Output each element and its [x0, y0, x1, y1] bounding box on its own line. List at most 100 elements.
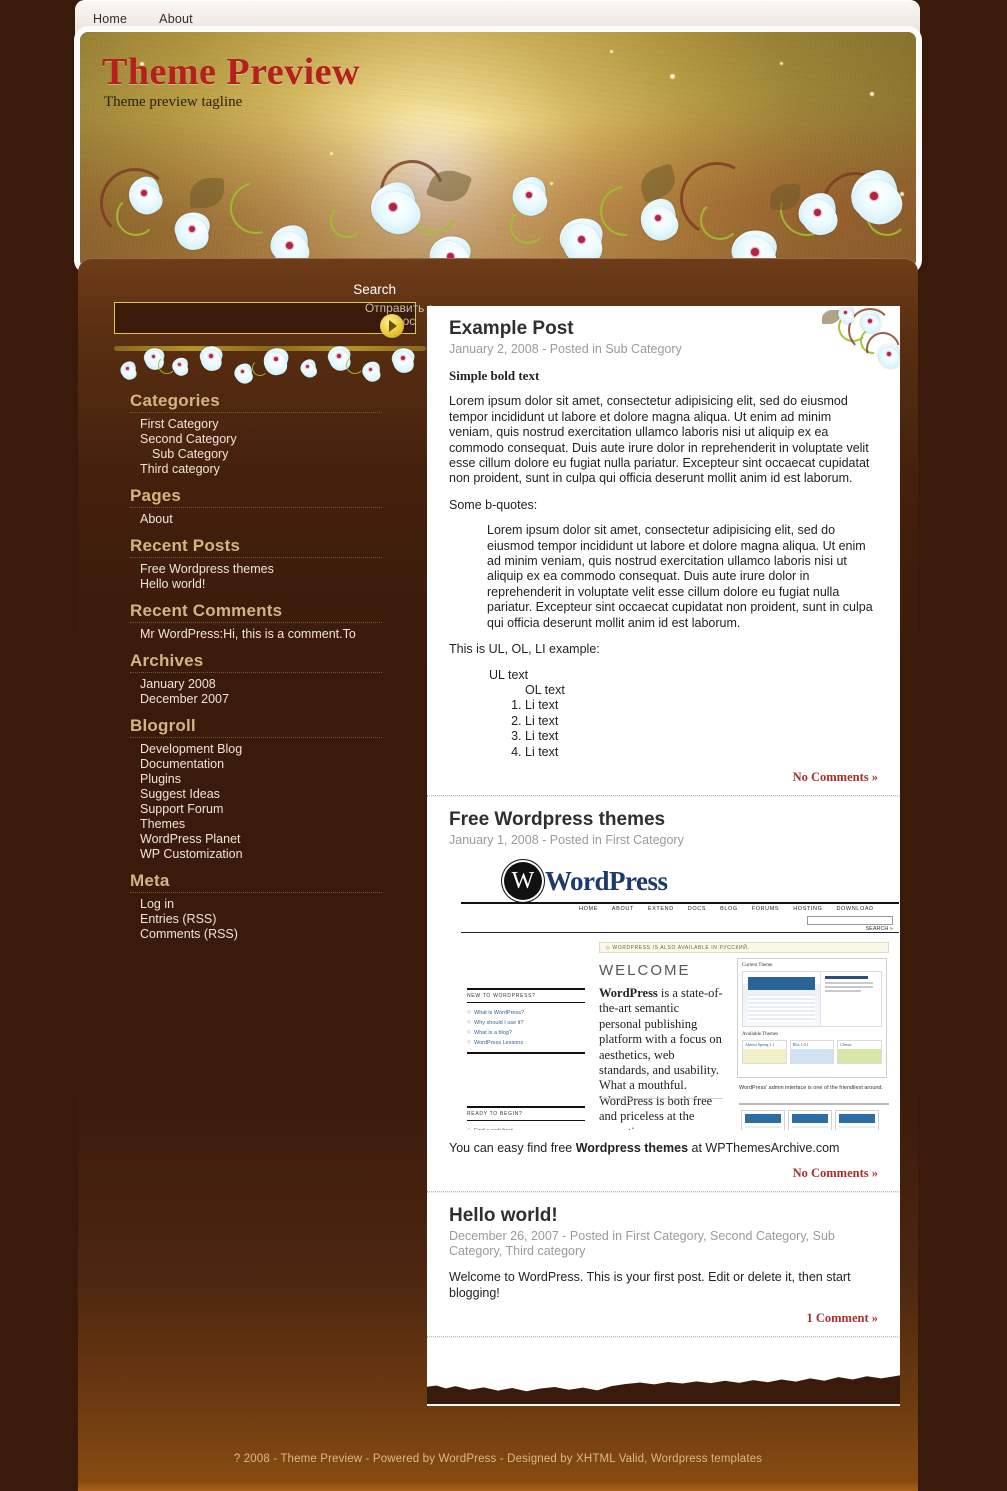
list-item[interactable]: Support Forum: [140, 802, 424, 817]
sidebar-link[interactable]: Plugins: [140, 772, 181, 786]
sidebar-list: Mr WordPress:Hi, this is a comment.To: [114, 627, 424, 642]
sidebar-link[interactable]: Mr WordPress:Hi, this is a comment.To: [140, 627, 356, 641]
sidebar-list: Free Wordpress themes Hello world!: [114, 562, 424, 592]
sidebar-link[interactable]: Entries (RSS): [140, 912, 216, 926]
sidebar-heading: Recent Comments: [130, 601, 283, 620]
list-item[interactable]: Suggest Ideas: [140, 787, 424, 802]
post-paragraph: Lorem ipsum dolor sit amet, consectetur …: [449, 394, 870, 486]
sidebar-heading: Recent Posts: [130, 536, 241, 555]
list-item[interactable]: Log in: [140, 897, 424, 912]
sidebar-list: Log in Entries (RSS) Comments (RSS): [114, 897, 424, 942]
post-bold-line: Simple bold text: [449, 368, 540, 383]
list-item[interactable]: Sub Category: [140, 447, 424, 462]
sidebar-link[interactable]: About: [140, 512, 173, 526]
list-item: WordPress Lessons: [467, 1038, 585, 1048]
sidebar-floral-divider: [114, 340, 426, 392]
post-free-wordpress-themes: Free Wordpress themes January 1, 2008 - …: [427, 797, 900, 1160]
list-item[interactable]: Third category: [140, 462, 424, 477]
wp-language-notice: ◇ WORDPRESS IS ALSO AVAILABLE IN РУССКИЙ…: [599, 941, 889, 953]
sidebar-link[interactable]: Second Category: [140, 432, 237, 446]
list-item[interactable]: First Category: [140, 417, 424, 432]
sidebar-section-meta: Meta Log in Entries (RSS) Comments (RSS): [114, 871, 424, 942]
post-title-link[interactable]: Example Post: [449, 318, 574, 339]
content-torn-edge: [427, 1360, 900, 1405]
list-item[interactable]: Development Blog: [140, 742, 424, 757]
wp-nav-item: HOME: [579, 905, 598, 912]
closing-post: at WPThemesArchive.com: [688, 1140, 840, 1155]
comments-link[interactable]: 1 Comment »: [806, 1311, 878, 1325]
post-title-link[interactable]: Free Wordpress themes: [449, 809, 665, 830]
sidebar-divider: [130, 622, 382, 623]
post-meta: December 26, 2007 - Posted in First Cate…: [449, 1229, 835, 1259]
list-item[interactable]: Entries (RSS): [140, 912, 424, 927]
wp-search-field: [807, 915, 893, 925]
content-column: Example Post January 2, 2008 - Posted in…: [427, 306, 900, 1406]
sidebar-link[interactable]: Hello world!: [140, 577, 205, 591]
flower-decoration: [507, 174, 552, 222]
sidebar-link[interactable]: January 2008: [140, 677, 216, 691]
list-item[interactable]: Second Category: [140, 432, 424, 447]
post-ordered-list: Li text Li text Li text Li text: [507, 698, 878, 760]
list-item[interactable]: Comments (RSS): [140, 927, 424, 942]
list-item: What is WordPress?: [467, 1008, 585, 1018]
post-closing-line: You can easy find free Wordpress themes …: [449, 1141, 878, 1156]
list-item[interactable]: Free Wordpress themes: [140, 562, 424, 577]
wordpress-wordmark: WordPress: [545, 865, 668, 896]
sidebar-link[interactable]: Third category: [140, 462, 220, 476]
sidebar-link[interactable]: WordPress Planet: [140, 832, 241, 846]
flower-decoration: [794, 190, 843, 242]
sidebar-link[interactable]: December 2007: [140, 692, 229, 706]
flower-decoration: [266, 222, 315, 268]
wp-column-heading: READY TO BEGIN?: [467, 1105, 585, 1121]
flower-decoration: [123, 172, 168, 221]
list-item[interactable]: Themes: [140, 817, 424, 832]
search-label: Search: [353, 282, 396, 297]
sidebar-link[interactable]: Themes: [140, 817, 185, 831]
list-item[interactable]: About: [140, 512, 424, 527]
play-icon[interactable]: [380, 314, 404, 338]
site-footer: ? 2008 - Theme Preview - Powered by Word…: [78, 1453, 918, 1465]
wp-welcome-heading: WELCOME: [599, 961, 691, 979]
sidebar-section-archives: Archives January 2008 December 2007: [114, 651, 424, 707]
list-item[interactable]: Hello world!: [140, 577, 424, 592]
search-submit-button[interactable]: Отправить запрос: [362, 302, 436, 338]
post-comments-link-wrap: 1 Comment »: [427, 1305, 900, 1336]
list-item[interactable]: Plugins: [140, 772, 424, 787]
sidebar-link[interactable]: Sub Category: [152, 447, 228, 461]
sidebar-link[interactable]: Log in: [140, 897, 174, 911]
wp-link-list: What is WordPress? Why should I use it? …: [467, 1008, 585, 1048]
wp-mini-shot: [741, 1109, 785, 1130]
post-example-post: Example Post January 2, 2008 - Posted in…: [427, 306, 900, 764]
list-item[interactable]: WordPress Planet: [140, 832, 424, 847]
post-nested-list: OL text: [489, 683, 878, 698]
post-title-link[interactable]: Hello world!: [449, 1205, 558, 1226]
list-item[interactable]: December 2007: [140, 692, 424, 707]
wp-nav-item: HOSTING: [793, 905, 823, 912]
wp-nav-item: BLOG: [720, 905, 738, 912]
wp-nav: HOME ABOUT EXTEND DOCS BLOG FORUMS HOSTI…: [579, 906, 895, 912]
sidebar-link[interactable]: Free Wordpress themes: [140, 562, 274, 576]
list-item[interactable]: WP Customization: [140, 847, 424, 862]
sidebar-link[interactable]: Development Blog: [140, 742, 242, 756]
sidebar-link[interactable]: Documentation: [140, 757, 224, 771]
sidebar-link[interactable]: WP Customization: [140, 847, 243, 861]
list-item[interactable]: Mr WordPress:Hi, this is a comment.To: [140, 627, 424, 642]
post-quotes-intro: Some b-quotes:: [449, 497, 538, 512]
post-unordered-list: UL text OL text Li text Li text Li text …: [471, 668, 878, 760]
flower-decoration: [364, 177, 428, 244]
sidebar-section-blogroll: Blogroll Development Blog Documentation …: [114, 716, 424, 862]
sidebar-divider: [130, 507, 382, 508]
sidebar-link[interactable]: First Category: [140, 417, 219, 431]
sidebar-link[interactable]: Support Forum: [140, 802, 223, 816]
embedded-wordpress-screenshot: WordPress HOME ABOUT EXTEND DOCS BLOG FO…: [449, 857, 899, 1130]
comments-link[interactable]: No Comments »: [793, 1166, 878, 1180]
wp-panel-main: [742, 970, 882, 1027]
sidebar-list: About: [114, 512, 424, 527]
flower-decoration: [635, 195, 684, 248]
list-item[interactable]: Documentation: [140, 757, 424, 772]
list-item[interactable]: January 2008: [140, 677, 424, 692]
site-title-link[interactable]: Theme Preview: [102, 51, 360, 93]
sidebar-link[interactable]: Comments (RSS): [140, 927, 238, 941]
sidebar-link[interactable]: Suggest Ideas: [140, 787, 220, 801]
comments-link[interactable]: No Comments »: [793, 770, 878, 784]
